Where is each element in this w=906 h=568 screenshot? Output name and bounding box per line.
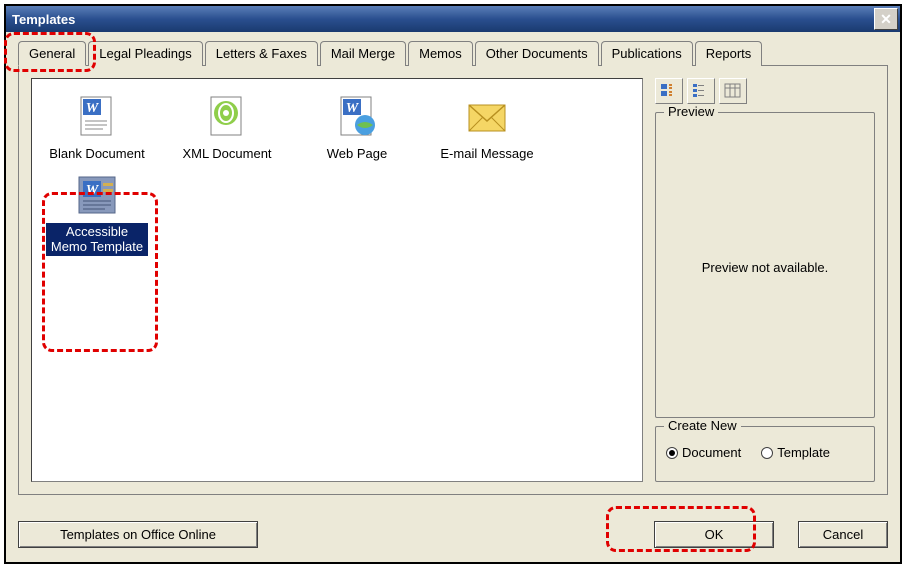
create-new-group-label: Create New: [664, 418, 741, 433]
radio-label: Template: [777, 445, 830, 460]
template-accessible-memo[interactable]: W Accessible Memo Template: [42, 167, 152, 260]
svg-text:W: W: [346, 101, 360, 116]
view-details-button[interactable]: [719, 78, 747, 104]
list-icon: [692, 83, 710, 99]
view-large-icons-button[interactable]: [655, 78, 683, 104]
template-list: W Blank Document XML Document W Web Page: [31, 78, 643, 482]
view-list-button[interactable]: [687, 78, 715, 104]
email-icon: [463, 93, 511, 141]
template-label: Blank Document: [46, 145, 148, 163]
radio-icon: [761, 447, 773, 459]
titlebar: Templates ✕: [6, 6, 900, 32]
tab-mail-merge[interactable]: Mail Merge: [320, 41, 406, 66]
template-blank-document[interactable]: W Blank Document: [42, 89, 152, 167]
template-xml-document[interactable]: XML Document: [172, 89, 282, 167]
details-icon: [724, 83, 742, 99]
preview-group: Preview Preview not available.: [655, 112, 875, 418]
radio-document[interactable]: Document: [666, 445, 741, 460]
template-label: XML Document: [176, 145, 278, 163]
template-label: Accessible Memo Template: [46, 223, 148, 256]
preview-group-label: Preview: [664, 104, 718, 119]
template-email-message[interactable]: E-mail Message: [432, 89, 542, 167]
template-web-page[interactable]: W Web Page: [302, 89, 412, 167]
view-buttons: [655, 78, 875, 104]
tab-general[interactable]: General: [18, 41, 86, 66]
tab-other-documents[interactable]: Other Documents: [475, 41, 599, 66]
bottom-button-bar: Templates on Office Online OK Cancel: [18, 521, 888, 548]
window-title: Templates: [12, 12, 75, 27]
right-panel: Preview Preview not available. Create Ne…: [655, 78, 875, 482]
word-template-icon: W: [73, 171, 121, 219]
radio-label: Document: [682, 445, 741, 460]
tab-bar: General Legal Pleadings Letters & Faxes …: [18, 40, 888, 65]
create-new-group: Create New Document Template: [655, 426, 875, 482]
tab-publications[interactable]: Publications: [601, 41, 693, 66]
radio-icon: [666, 447, 678, 459]
xml-doc-icon: [203, 93, 251, 141]
svg-text:W: W: [86, 101, 100, 116]
tab-memos[interactable]: Memos: [408, 41, 473, 66]
ok-button[interactable]: OK: [654, 521, 774, 548]
tab-legal-pleadings[interactable]: Legal Pleadings: [88, 41, 203, 66]
templates-online-button[interactable]: Templates on Office Online: [18, 521, 258, 548]
close-button[interactable]: ✕: [874, 8, 898, 30]
tab-content: W Blank Document XML Document W Web Page: [18, 65, 888, 495]
template-label: E-mail Message: [436, 145, 538, 163]
close-icon: ✕: [880, 11, 892, 28]
svg-text:W: W: [86, 183, 100, 198]
large-icons-icon: [660, 83, 678, 99]
preview-text: Preview not available.: [702, 260, 828, 275]
cancel-button[interactable]: Cancel: [798, 521, 888, 548]
radio-template[interactable]: Template: [761, 445, 830, 460]
tab-reports[interactable]: Reports: [695, 41, 763, 66]
web-doc-icon: W: [333, 93, 381, 141]
tab-letters-faxes[interactable]: Letters & Faxes: [205, 41, 318, 66]
template-label: Web Page: [306, 145, 408, 163]
word-doc-icon: W: [73, 93, 121, 141]
